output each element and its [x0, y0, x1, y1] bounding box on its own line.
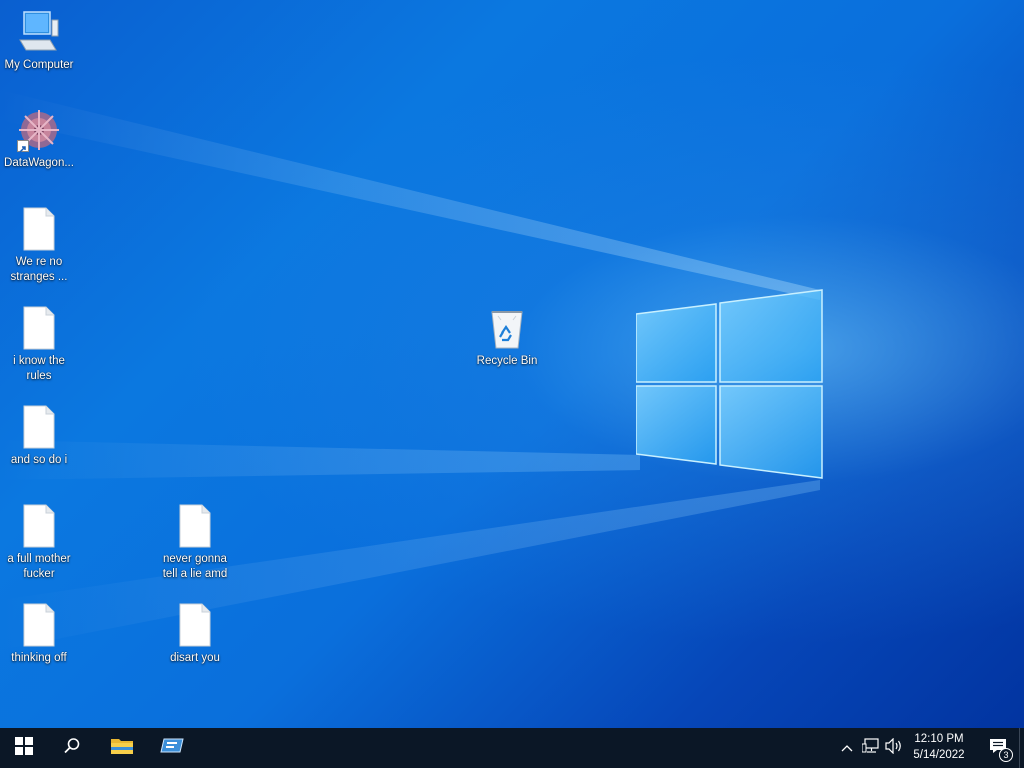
text-file-icon	[15, 205, 63, 253]
desktop-icon-text-file[interactable]: a full mother fucker	[0, 502, 78, 582]
volume-button[interactable]	[884, 737, 904, 759]
desktop-icon-text-file[interactable]: We re no stranges ...	[0, 205, 78, 285]
desktop-icon-label: a full mother fucker	[7, 553, 71, 580]
desktop-icon-text-file[interactable]: i know the rules	[0, 304, 78, 384]
network-button[interactable]	[861, 737, 881, 759]
desktop-icon-text-file[interactable]: disart you	[156, 601, 234, 666]
show-hidden-icons-button[interactable]	[837, 738, 857, 758]
datawagon-shortcut-icon	[15, 106, 63, 154]
desktop-icon-my-computer[interactable]: My Computer	[0, 8, 78, 73]
text-file-icon	[15, 304, 63, 352]
desktop-icon-text-file[interactable]: thinking off	[0, 601, 78, 666]
show-desktop-button[interactable]	[1019, 728, 1024, 768]
search-icon	[63, 737, 81, 760]
desktop-icon-label: and so do i	[10, 454, 68, 466]
desktop-icon-datawagon[interactable]: DataWagon...	[0, 106, 78, 171]
windows-start-icon	[15, 736, 33, 760]
server-manager-icon	[160, 736, 184, 761]
desktop-icon-text-file[interactable]: and so do i	[0, 403, 78, 468]
desktop-icon-label: My Computer	[4, 59, 74, 71]
file-explorer-icon	[110, 736, 134, 761]
taskbar-clock[interactable]: 12:10 PM 5/14/2022	[904, 731, 974, 765]
network-icon	[861, 737, 880, 759]
notification-count-badge: 3	[999, 748, 1013, 762]
desktop-icon-label: Recycle Bin	[476, 355, 538, 367]
clock-time: 12:10 PM	[914, 733, 964, 745]
text-file-icon	[171, 502, 219, 550]
clock-date: 5/14/2022	[913, 749, 965, 761]
text-file-icon	[15, 601, 63, 649]
desktop-icon-label: DataWagon...	[4, 157, 74, 169]
server-manager-button[interactable]	[148, 728, 196, 768]
desktop-icon-label: thinking off	[11, 652, 67, 664]
desktop[interactable]: My Computer DataWagon... We re no strang…	[0, 0, 1024, 728]
desktop-icon-label: We re no stranges ...	[10, 256, 68, 283]
desktop-icon-label: i know the rules	[13, 355, 65, 382]
file-explorer-button[interactable]	[98, 728, 146, 768]
start-button[interactable]	[0, 728, 48, 768]
text-file-icon	[15, 403, 63, 451]
desktop-icon-label: never gonna tell a lie amd	[162, 553, 228, 580]
taskbar: 12:10 PM 5/14/2022 3	[0, 728, 1024, 768]
shortcut-arrow-icon	[17, 140, 29, 153]
computer-icon	[15, 8, 63, 56]
chevron-up-icon	[841, 739, 853, 757]
windows-logo-wallpaper	[636, 289, 823, 479]
desktop-icon-label: disart you	[170, 652, 220, 664]
search-button[interactable]	[48, 728, 96, 768]
text-file-icon	[171, 601, 219, 649]
desktop-icon-text-file[interactable]: never gonna tell a lie amd	[156, 502, 234, 582]
text-file-icon	[15, 502, 63, 550]
recycle-bin-icon	[483, 304, 531, 352]
volume-icon	[885, 737, 903, 759]
action-center-button[interactable]: 3	[978, 728, 1018, 768]
desktop-icon-recycle-bin[interactable]: Recycle Bin	[468, 304, 546, 369]
